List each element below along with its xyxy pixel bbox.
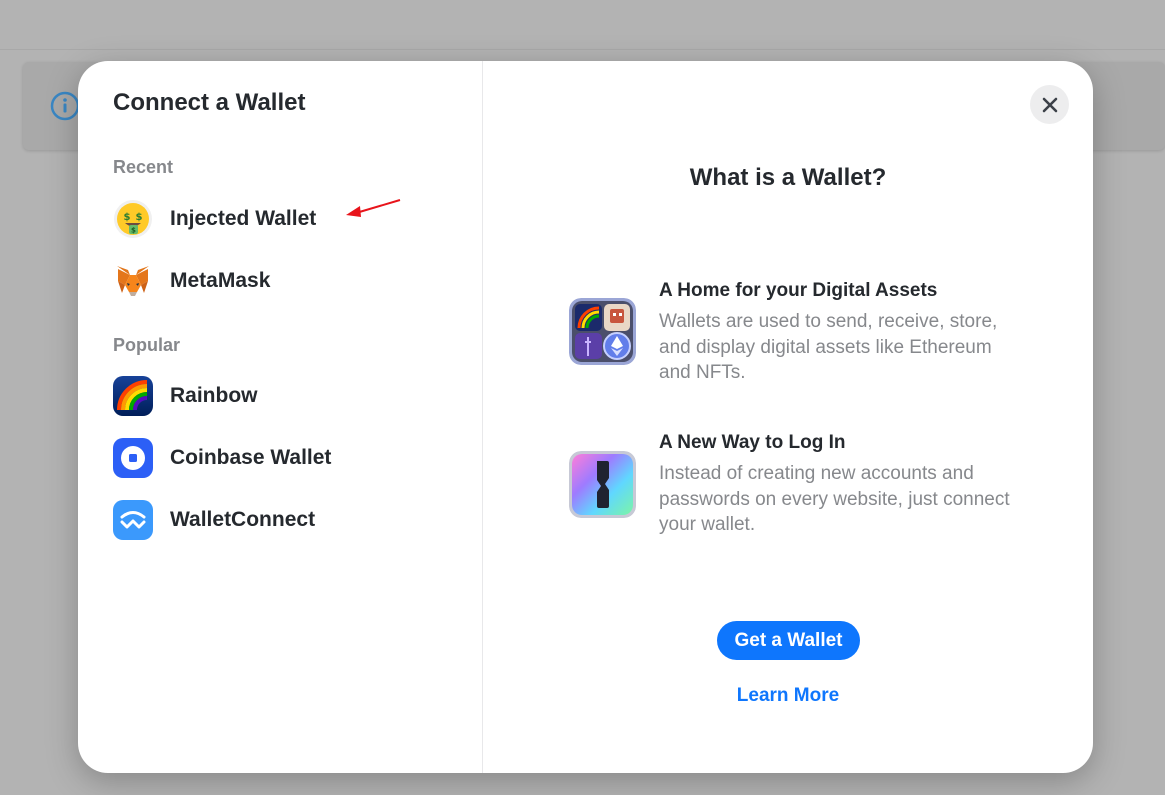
close-button[interactable] <box>1030 85 1069 124</box>
modal-title: Connect a Wallet <box>113 89 306 116</box>
background-header <box>0 0 1165 50</box>
coinbase-icon <box>113 438 153 478</box>
close-icon <box>1042 97 1057 112</box>
wallet-label: Injected Wallet <box>170 207 317 230</box>
login-key-icon <box>569 451 636 518</box>
feature-title: A Home for your Digital Assets <box>659 280 938 301</box>
svg-text:$: $ <box>124 212 131 223</box>
digital-assets-icon <box>569 298 636 365</box>
wallet-list-pane: Connect a Wallet Recent $ $ $ Injected W… <box>78 61 483 773</box>
walletconnect-icon <box>113 500 153 540</box>
annotation-arrow-icon <box>346 199 401 217</box>
wallet-label: Rainbow <box>170 384 258 407</box>
connect-wallet-modal: Connect a Wallet Recent $ $ $ Injected W… <box>78 61 1093 773</box>
wallet-label: MetaMask <box>170 269 271 292</box>
section-label-popular: Popular <box>113 335 181 355</box>
wallet-label: WalletConnect <box>170 508 316 531</box>
feature-title: A New Way to Log In <box>659 432 846 453</box>
info-title: What is a Wallet? <box>689 164 887 191</box>
svg-text:$: $ <box>131 227 136 235</box>
wallet-option-metamask[interactable]: MetaMask <box>105 255 445 307</box>
wallet-label: Coinbase Wallet <box>170 446 332 469</box>
rainbow-icon <box>113 376 153 416</box>
metamask-fox-icon <box>113 261 153 301</box>
info-icon <box>50 91 80 121</box>
wallet-option-walletconnect[interactable]: WalletConnect <box>105 494 445 546</box>
section-label-recent: Recent <box>113 157 174 177</box>
get-wallet-button[interactable]: Get a Wallet <box>717 621 860 660</box>
feature-description: Wallets are used to send, receive, store… <box>659 311 998 383</box>
wallet-option-rainbow[interactable]: Rainbow <box>105 370 445 422</box>
learn-more-link[interactable]: Learn More <box>483 685 1093 707</box>
svg-text:$: $ <box>136 212 143 223</box>
feature-description: Instead of creating new accounts and pas… <box>659 463 1010 535</box>
money-mouth-face-icon: $ $ $ <box>113 199 153 239</box>
wallet-option-coinbase[interactable]: Coinbase Wallet <box>105 432 445 484</box>
